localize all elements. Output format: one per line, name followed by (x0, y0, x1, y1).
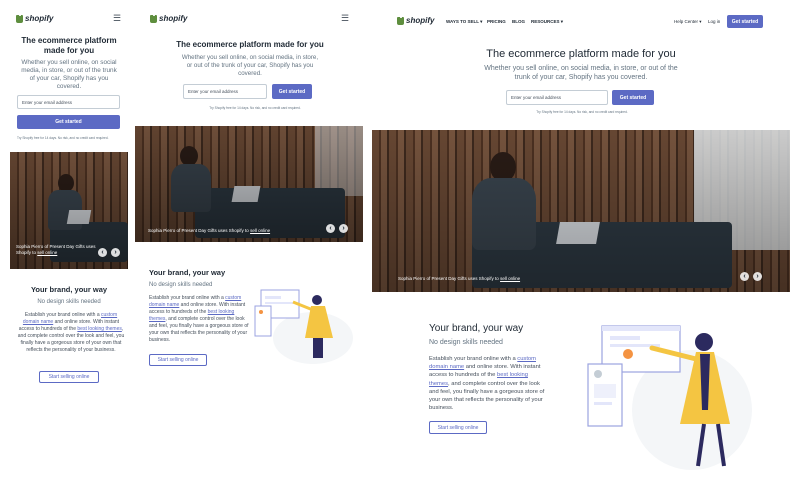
image-caption: Sophia Pierro of Present Day Gifts uses … (16, 244, 96, 255)
email-field[interactable]: Enter your email address (506, 90, 608, 105)
email-field[interactable]: Enter your email address (17, 95, 120, 109)
feature-subtitle: No design skills needed (149, 282, 213, 288)
email-field[interactable]: Enter your email address (183, 84, 267, 99)
brand-illustration-icon (254, 289, 353, 364)
image-caption: Sophia Pierro of Present Day Gifts uses … (148, 228, 271, 233)
desktop-view: shopify WAYS TO SELL ▾ PRICING BLOG RESO… (372, 8, 792, 478)
image-caption: Sophia Pierro of Present Day Gifts uses … (398, 276, 521, 281)
nav-pricing[interactable]: PRICING (487, 19, 506, 24)
page-subtitle: Whether you sell online, on social media… (21, 59, 117, 90)
trial-note: Try Shopify free for 14 days. No risk, a… (17, 136, 109, 140)
start-selling-button[interactable]: Start selling online (39, 371, 99, 383)
start-selling-button[interactable]: Start selling online (429, 421, 487, 434)
feature-subtitle: No design skills needed (429, 339, 503, 346)
feature-body: Establish your brand online with a custo… (149, 295, 249, 343)
shopping-bag-icon (397, 16, 404, 25)
shopping-bag-icon (16, 14, 23, 23)
hamburger-icon[interactable]: ☰ (113, 13, 121, 24)
nav-ways-to-sell[interactable]: WAYS TO SELL ▾ (446, 19, 482, 25)
get-started-button[interactable]: Get started (272, 84, 312, 99)
carousel-next-button[interactable]: › (111, 248, 120, 257)
nav-blog[interactable]: BLOG (512, 19, 525, 24)
hero-image: Sophia Pierro of Present Day Gifts uses … (372, 130, 790, 292)
shopify-logo[interactable]: shopify (16, 14, 53, 23)
sell-online-link[interactable]: sell online (250, 228, 270, 233)
sell-online-link[interactable]: sell online (37, 250, 57, 255)
feature-title: Your brand, your way (30, 285, 108, 294)
feature-title: Your brand, your way (149, 268, 226, 277)
get-started-button[interactable]: Get started (612, 90, 654, 105)
feature-title: Your brand, your way (429, 323, 524, 334)
page-title: The ecommerce platform made for you (486, 48, 676, 60)
get-started-button[interactable]: Get started (17, 115, 120, 129)
page-subtitle: Whether you sell online, on social media… (484, 65, 678, 81)
feature-subtitle: No design skills needed (37, 299, 101, 305)
page-title: The ecommerce platform made for you (176, 40, 324, 49)
nav-help-center[interactable]: Help Center ▾ (674, 19, 702, 25)
mobile-view: shopify ☰ The ecommerce platform made fo… (10, 8, 128, 478)
shopify-logo[interactable]: shopify (150, 14, 187, 23)
carousel-next-button[interactable]: › (339, 224, 348, 233)
carousel-prev-button[interactable]: ‹ (326, 224, 335, 233)
carousel-prev-button[interactable]: ‹ (740, 272, 749, 281)
trial-note: Try Shopify free for 14 days. No risk, a… (209, 106, 301, 110)
hero-image: Sophia Pierro of Present Day Gifts uses … (10, 152, 128, 269)
feature-body: Establish your brand online with a custo… (17, 312, 125, 353)
feature-body: Establish your brand online with a custo… (429, 356, 545, 412)
nav-log-in[interactable]: Log in (708, 19, 720, 24)
shopping-bag-icon (150, 14, 157, 23)
trial-note: Try Shopify free for 14 days. No risk, a… (536, 110, 628, 114)
carousel-next-button[interactable]: › (753, 272, 762, 281)
hamburger-icon[interactable]: ☰ (341, 13, 349, 24)
nav-resources[interactable]: RESOURCES ▾ (531, 19, 563, 25)
carousel-prev-button[interactable]: ‹ (98, 248, 107, 257)
page-subtitle: Whether you sell online, on social media… (181, 54, 319, 77)
shopify-logo[interactable]: shopify (397, 16, 434, 25)
hero-image: Sophia Pierro of Present Day Gifts uses … (135, 126, 363, 242)
nav-get-started-button[interactable]: Get started (727, 15, 763, 28)
page-title: The ecommerce platform made for you (21, 36, 117, 55)
tablet-view: shopify ☰ The ecommerce platform made fo… (135, 8, 365, 478)
best-themes-link[interactable]: best looking themes (77, 326, 121, 332)
sell-online-link[interactable]: sell online (500, 276, 520, 281)
brand-illustration-icon (587, 325, 752, 470)
start-selling-button[interactable]: Start selling online (149, 354, 207, 366)
